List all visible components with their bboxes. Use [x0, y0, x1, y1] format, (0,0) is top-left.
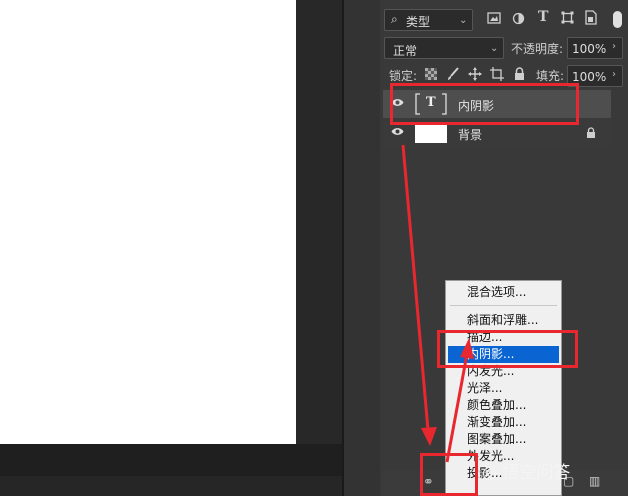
annotation-arrows	[401, 144, 474, 463]
watermark-text: 悟空问答	[502, 463, 571, 483]
watermark: ◎ 悟空问答	[482, 458, 570, 483]
chat-bubble-icon: ◎	[482, 463, 497, 483]
annotation-arrow-down	[401, 144, 437, 446]
annotation-arrow-up	[445, 338, 474, 463]
